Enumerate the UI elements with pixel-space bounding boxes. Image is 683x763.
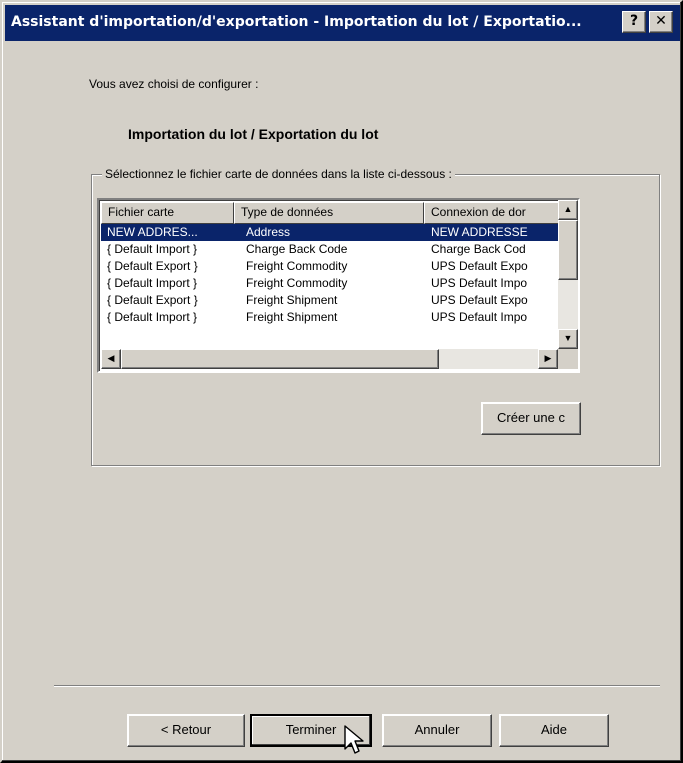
column-header-map-file[interactable]: Fichier carte <box>101 202 234 224</box>
list-cell-file: { Default Import } <box>107 242 198 256</box>
create-map-button[interactable]: Créer une c <box>481 402 581 435</box>
mouse-pointer-icon <box>344 725 364 754</box>
configuration-headline: Importation du lot / Exportation du lot <box>128 126 379 142</box>
list-cell-type: Freight Shipment <box>246 293 338 307</box>
list-cell-connection: Charge Back Cod <box>431 242 526 256</box>
list-row[interactable]: { Default Import } Freight Commodity UPS… <box>101 275 558 292</box>
close-button[interactable]: ✕ <box>649 11 673 33</box>
list-cell-file: { Default Import } <box>107 276 198 290</box>
list-cell-connection: UPS Default Impo <box>431 310 528 324</box>
vertical-scrollbar[interactable]: ▲ ▼ <box>558 200 578 349</box>
column-header-connection[interactable]: Connexion de dor <box>424 202 560 224</box>
column-header-data-type[interactable]: Type de données <box>234 202 424 224</box>
list-row[interactable]: { Default Import } Freight Shipment UPS … <box>101 309 558 326</box>
list-cell-file: { Default Export } <box>107 293 198 307</box>
scroll-right-arrow-icon[interactable]: ▶ <box>538 349 558 369</box>
list-cell-connection: UPS Default Expo <box>431 293 528 307</box>
list-cell-type: Freight Commodity <box>246 276 348 290</box>
scroll-down-arrow-icon[interactable]: ▼ <box>558 329 578 349</box>
vertical-scroll-thumb[interactable] <box>558 220 578 280</box>
list-cell-file: NEW ADDRES... <box>107 225 198 239</box>
dialog-window: Assistant d'importation/d'exportation - … <box>0 0 683 763</box>
horizontal-scrollbar[interactable]: ◀ ▶ <box>101 349 558 369</box>
groupbox-label: Sélectionnez le fichier carte de données… <box>102 167 455 181</box>
list-cell-type: Address <box>246 225 291 239</box>
scroll-corner <box>558 349 578 369</box>
help-button[interactable]: Aide <box>499 714 609 747</box>
scroll-up-arrow-icon[interactable]: ▲ <box>558 200 578 220</box>
window-title: Assistant d'importation/d'exportation - … <box>11 14 582 30</box>
list-row[interactable]: NEW ADDRES... Address NEW ADDRESSE <box>101 224 558 241</box>
list-cell-connection: UPS Default Impo <box>431 276 528 290</box>
title-bar[interactable]: Assistant d'importation/d'exportation - … <box>5 5 680 41</box>
list-cell-file: { Default Export } <box>107 259 198 273</box>
list-row[interactable]: { Default Export } Freight Shipment UPS … <box>101 292 558 309</box>
footer-separator <box>54 685 660 687</box>
list-cell-connection: UPS Default Expo <box>431 259 528 273</box>
list-cell-type: Charge Back Code <box>246 242 348 256</box>
list-row[interactable]: { Default Export } Freight Commodity UPS… <box>101 258 558 275</box>
data-map-list[interactable]: Fichier carte Type de données Connexion … <box>97 198 580 373</box>
cancel-button[interactable]: Annuler <box>382 714 492 747</box>
scroll-left-arrow-icon[interactable]: ◀ <box>101 349 121 369</box>
list-cell-connection: NEW ADDRESSE <box>431 225 528 239</box>
list-cell-type: Freight Shipment <box>246 310 338 324</box>
intro-text: Vous avez choisi de configurer : <box>89 77 259 91</box>
list-row[interactable]: { Default Import } Charge Back Code Char… <box>101 241 558 258</box>
horizontal-scroll-thumb[interactable] <box>121 349 439 369</box>
help-caption-button[interactable]: ? <box>622 11 646 33</box>
list-cell-file: { Default Import } <box>107 310 198 324</box>
list-cell-type: Freight Commodity <box>246 259 348 273</box>
back-button[interactable]: < Retour <box>127 714 245 747</box>
